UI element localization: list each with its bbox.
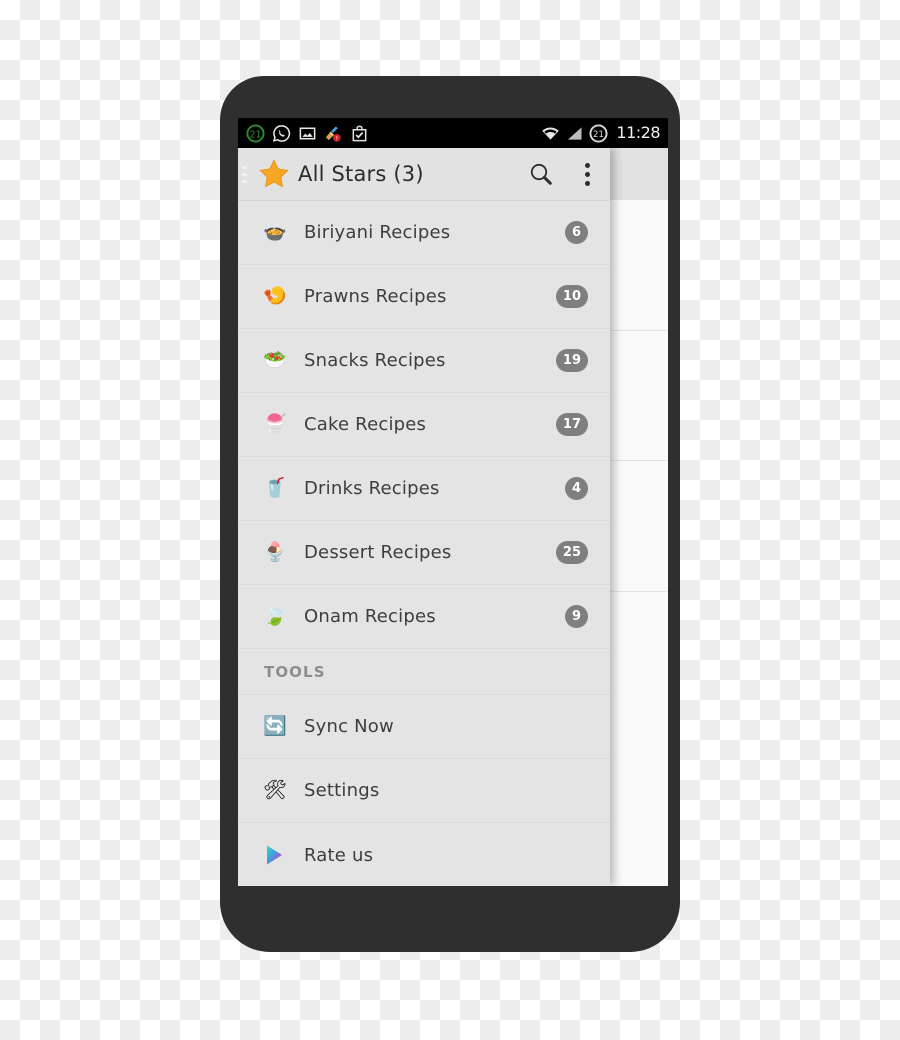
sidebar-item-label: Prawns Recipes [304, 286, 447, 307]
sidebar-item-drinks-recipes[interactable]: 🥤 Drinks Recipes 4 [238, 457, 610, 521]
banana-leaf-sadya-icon: 🍃 [263, 606, 287, 627]
sidebar-item-label: Rate us [304, 844, 374, 866]
shrimp-icon: 🍤 [263, 286, 287, 307]
sidebar-item-label: Settings [304, 780, 380, 801]
sidebar-item-badge: 4 [564, 477, 588, 500]
status-bar-notification-icons: 21 ! [246, 123, 541, 143]
app-body: ഫിഷ് ഫിഷ് മി 1. വട്ടത്തി മീൻ കല് 26/12 ഇ… [238, 148, 668, 886]
sidebar-item-rate-us[interactable]: Rate us [238, 823, 610, 886]
sidebar-item-badge: 10 [555, 285, 588, 308]
sidebar-item-settings[interactable]: 🛠 Settings [238, 759, 610, 823]
sidebar-item-dessert-recipes[interactable]: 🍨 Dessert Recipes 25 [238, 521, 610, 585]
play-store-triangle-icon [267, 845, 282, 865]
wifi-icon [542, 126, 560, 140]
sidebar-item-label: Biriyani Recipes [304, 222, 451, 243]
status-bar-clock: 11:28 [616, 123, 660, 142]
sidebar-item-label: Cake Recipes [304, 414, 427, 435]
sidebar-item-badge: 9 [564, 605, 588, 628]
sidebar-item-label: Sync Now [304, 716, 394, 737]
sidebar-item-label: Snacks Recipes [304, 350, 446, 371]
sidebar-item-label: Drinks Recipes [304, 478, 440, 499]
overflow-menu-icon [584, 162, 590, 186]
whatsapp-icon [272, 124, 291, 142]
snack-platter-icon: 🥗 [263, 350, 287, 371]
phone-screen: 21 ! 21 11:28 All Stars (3) 🍲 Biriyani R… [238, 118, 668, 886]
sidebar-item-biriyani-recipes[interactable]: 🍲 Biriyani Recipes 6 [238, 201, 610, 265]
sidebar-item-badge: 17 [555, 413, 588, 436]
search-button[interactable] [518, 161, 564, 187]
navigation-drawer: All Stars (3) 🍲 Biriyani Recipes 6 🍤 Pra… [238, 148, 610, 886]
page-title: All Stars (3) [298, 162, 424, 186]
svg-text:!: ! [336, 135, 338, 142]
overflow-menu-button[interactable] [564, 162, 610, 186]
phone-frame: 21 ! 21 11:28 All Stars (3) 🍲 Biriyani R… [220, 76, 680, 952]
signal-icon [568, 126, 582, 140]
cleaner-broom-icon: ! [325, 125, 341, 142]
svg-text:21: 21 [249, 129, 261, 140]
sidebar-item-cake-recipes[interactable]: 🍧 Cake Recipes 17 [238, 393, 610, 457]
sidebar-item-badge: 19 [555, 349, 588, 372]
screenshot-image-icon [299, 127, 316, 139]
hamburger-menu-icon[interactable] [242, 165, 252, 183]
cupcake-icon: 🍧 [263, 414, 287, 435]
drawer-item-list[interactable]: 🍲 Biriyani Recipes 6 🍤 Prawns Recipes 10… [238, 200, 610, 886]
section-header-label: TOOLS [264, 662, 326, 681]
status-bar: 21 ! 21 11:28 [238, 118, 668, 148]
svg-text:21: 21 [593, 130, 604, 140]
cooking-pot-icon: 🍲 [263, 222, 287, 243]
status-bar-system-icons: 21 11:28 [541, 123, 660, 143]
sidebar-item-snacks-recipes[interactable]: 🥗 Snacks Recipes 19 [238, 329, 610, 393]
sidebar-item-label: Onam Recipes [304, 606, 436, 627]
battery-21-icon: 21 [589, 123, 608, 143]
cocktail-glass-icon: 🥤 [263, 478, 287, 499]
sidebar-item-onam-recipes[interactable]: 🍃 Onam Recipes 9 [238, 585, 610, 649]
star-icon [259, 159, 289, 188]
sidebar-item-prawns-recipes[interactable]: 🍤 Prawns Recipes 10 [238, 265, 610, 329]
settings-tools-icon: 🛠 [262, 780, 288, 801]
task-bag-icon [352, 125, 367, 141]
play-store-icon [258, 844, 292, 866]
drawer-section-tools: TOOLS [238, 649, 610, 695]
sync-icon: 🔄 [263, 716, 287, 737]
sidebar-item-badge: 25 [555, 541, 588, 564]
sidebar-item-sync-now[interactable]: 🔄 Sync Now [238, 695, 610, 759]
sidebar-item-badge: 6 [564, 221, 588, 244]
app-toolbar: All Stars (3) [238, 148, 610, 200]
sidebar-item-label: Dessert Recipes [304, 542, 452, 563]
search-icon [530, 163, 552, 185]
ice-cream-sundae-icon: 🍨 [263, 542, 287, 563]
counter-21-icon: 21 [246, 123, 265, 143]
